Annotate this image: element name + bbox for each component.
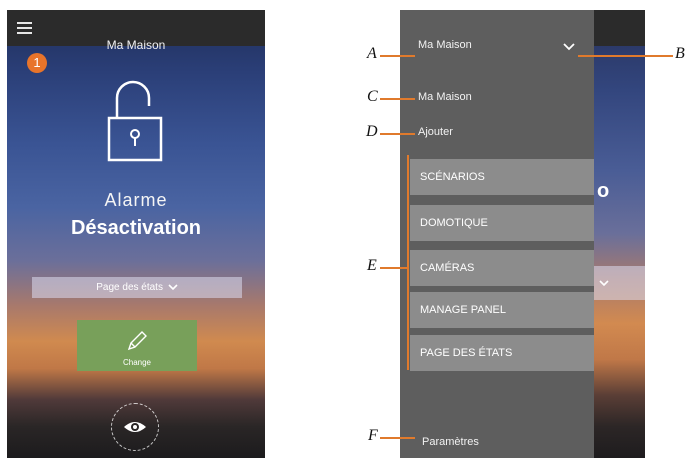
chevron-down-icon — [168, 284, 178, 290]
view-button[interactable] — [111, 403, 159, 451]
callout-b-line — [578, 55, 673, 57]
callout-c-label: C — [367, 88, 378, 105]
callout-c-line — [380, 98, 415, 100]
padlock-open-icon — [107, 80, 163, 162]
alarm-label: Alarme — [104, 190, 168, 210]
menu-item-scenarios[interactable]: SCÉNARIOS — [410, 159, 594, 195]
change-button-label: Change — [122, 358, 152, 367]
background-dropdown — [593, 266, 645, 300]
menu-item-status-page[interactable]: PAGE DES ÉTATS — [410, 335, 594, 371]
eye-icon — [124, 422, 146, 432]
home-selector[interactable]: Ma Maison — [418, 39, 472, 51]
callout-e-label: E — [367, 257, 377, 274]
callout-a-line — [380, 55, 415, 57]
callout-e-bracket — [407, 155, 409, 370]
status-page-dropdown[interactable]: Page des états — [32, 277, 242, 298]
chevron-down-icon — [599, 280, 609, 287]
chevron-down-icon[interactable] — [563, 43, 575, 51]
page-title: Ma Maison — [106, 38, 166, 52]
home-item[interactable]: Ma Maison — [418, 91, 472, 103]
background-text-fragment: o — [597, 180, 610, 202]
callout-b-label: B — [675, 45, 685, 62]
callout-d-label: D — [366, 123, 378, 140]
callout-f-label: F — [368, 427, 378, 444]
step-badge: 1 — [27, 53, 47, 73]
right-phone-screen: o Ma Maison Ma Maison Ajouter SCÉNARIOS … — [400, 10, 645, 458]
pencil-icon — [127, 331, 147, 351]
alarm-state: Désactivation — [70, 217, 202, 239]
menu-item-cameras[interactable]: CAMÉRAS — [410, 250, 594, 286]
callout-f-line — [380, 437, 415, 439]
add-home-link[interactable]: Ajouter — [418, 126, 453, 138]
change-button[interactable]: Change — [77, 320, 197, 371]
settings-link[interactable]: Paramètres — [422, 436, 479, 448]
dropdown-label: Page des états — [96, 282, 163, 293]
hamburger-menu-button[interactable] — [17, 22, 32, 24]
callout-a-label: A — [367, 45, 377, 62]
callout-e-line — [380, 267, 408, 269]
callout-d-line — [380, 133, 415, 135]
menu-item-manage-panel[interactable]: MANAGE PANEL — [410, 292, 594, 328]
left-phone-screen: 1 Ma Maison Alarme Désactivation Page de… — [7, 10, 265, 458]
menu-icon — [17, 22, 32, 24]
menu-item-domotique[interactable]: DOMOTIQUE — [410, 205, 594, 241]
navigation-drawer: Ma Maison Ma Maison Ajouter SCÉNARIOS DO… — [400, 10, 594, 458]
